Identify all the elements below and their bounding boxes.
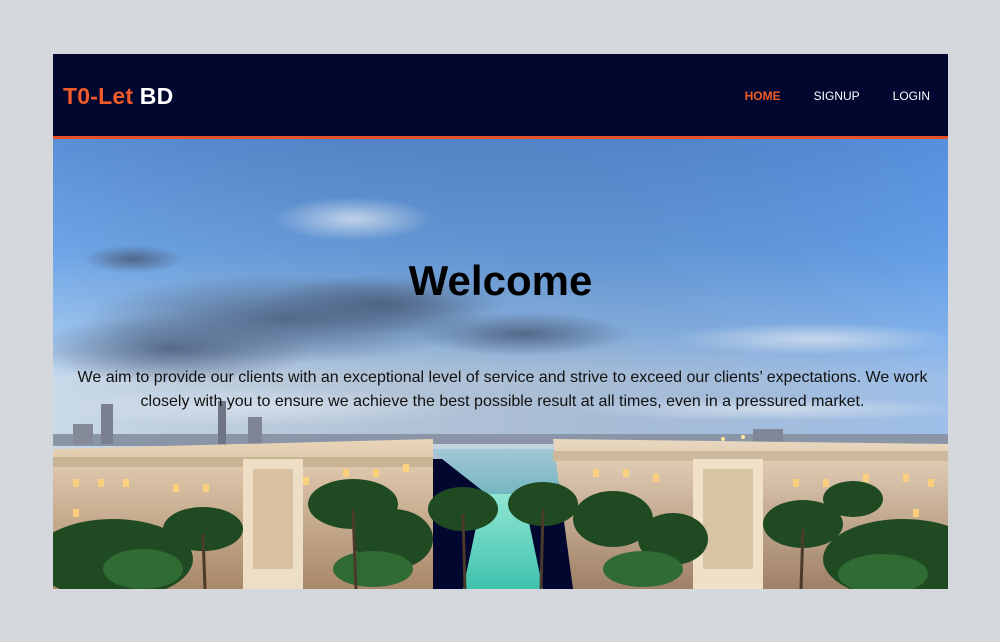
logo-text-primary: T0-Let [63,83,134,109]
hero-section: Welcome We aim to provide our clients wi… [53,139,948,589]
hero-title: Welcome [408,257,593,305]
browser-viewport: T0-Let BD HOME SIGNUP LOGIN Welcome We a… [53,54,948,589]
nav-login-link[interactable]: LOGIN [893,89,930,103]
site-logo[interactable]: T0-Let BD [63,83,173,109]
nav-home-link[interactable]: HOME [745,89,781,103]
nav-signup-link[interactable]: SIGNUP [814,89,860,103]
hero-description: We aim to provide our clients with an ex… [77,369,928,410]
hero-background-image [53,139,948,589]
main-nav: HOME SIGNUP LOGIN [745,89,930,103]
navbar: T0-Let BD HOME SIGNUP LOGIN [53,54,948,139]
logo-text-secondary: BD [139,83,174,109]
